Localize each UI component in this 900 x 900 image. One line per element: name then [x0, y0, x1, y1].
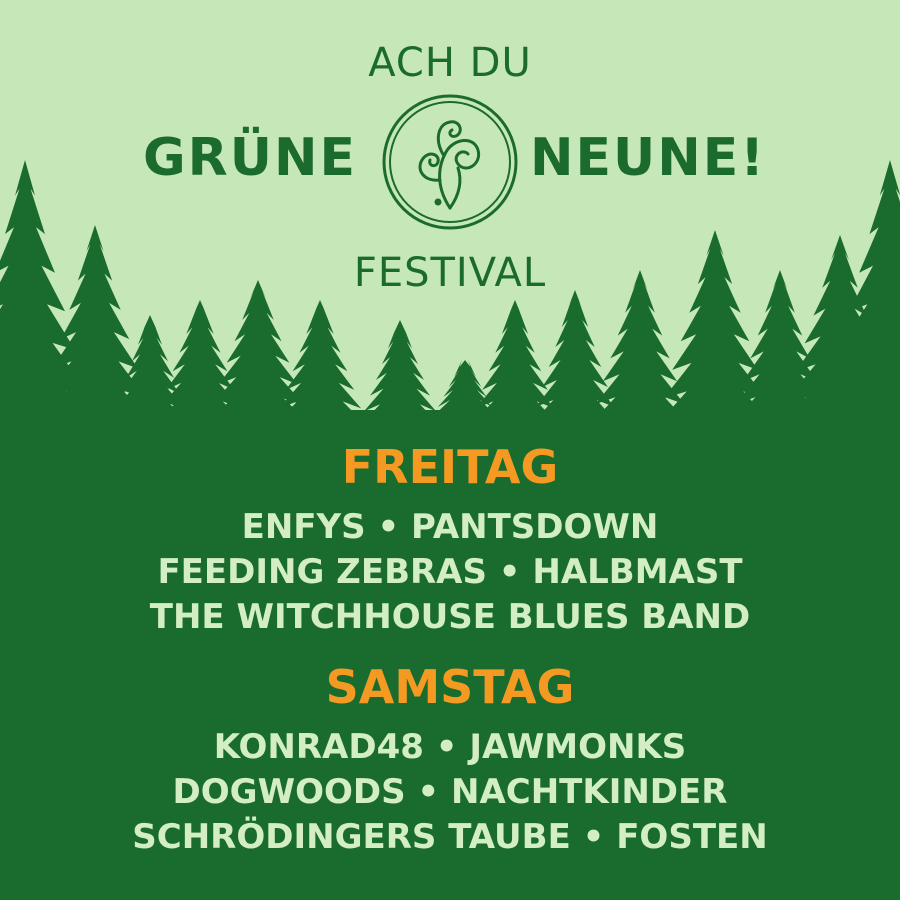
festival-poster: ACH DU GRÜNE NEUNE! FESTIVAL FREITAG ENF… [0, 0, 900, 900]
fern-emblem-icon [382, 94, 518, 230]
friday-lineup: ENFYS • PANTSDOWN FEEDING ZEBRAS • HALBM… [0, 505, 900, 640]
lineup-line: FEEDING ZEBRAS • HALBMAST [157, 552, 743, 592]
lineup-line: DOGWOODS • NACHTKINDER [172, 772, 728, 812]
lineup-line: THE WITCHHOUSE BLUES BAND [149, 597, 751, 637]
day-heading-friday: FREITAG [341, 440, 559, 494]
day-heading-saturday: SAMSTAG [325, 660, 575, 714]
logo-top-line: ACH DU [368, 40, 532, 86]
logo-word-left: GRÜNE [143, 128, 357, 188]
logo-bottom-line: FESTIVAL [353, 250, 547, 296]
lineup-line: ENFYS • PANTSDOWN [241, 507, 659, 547]
logo-word-right: NEUNE! [530, 128, 767, 188]
lineup-line: KONRAD48 • JAWMONKS [213, 727, 687, 767]
lineup-line: SCHRÖDINGERS TAUBE • FOSTEN [132, 817, 768, 857]
saturday-lineup: KONRAD48 • JAWMONKS DOGWOODS • NACHTKIND… [0, 725, 900, 860]
